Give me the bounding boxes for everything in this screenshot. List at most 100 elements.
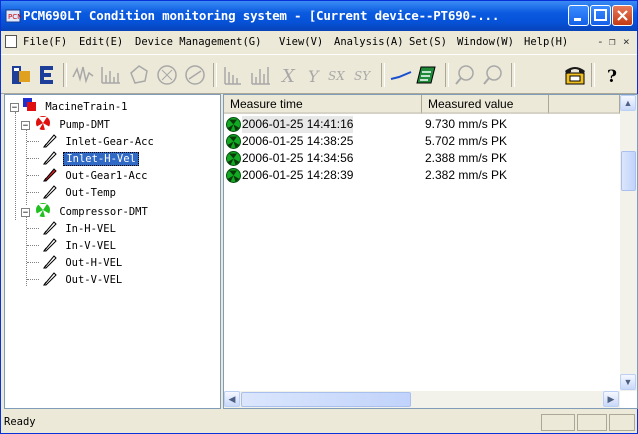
toolbar-separator	[445, 63, 449, 87]
svg-text:Y: Y	[308, 67, 320, 86]
cell-measure-time: 2006-01-25 14:38:25	[242, 134, 354, 148]
waveform-icon[interactable]	[71, 63, 95, 87]
cell-measured-value: 9.730 mm/s PK	[425, 117, 508, 131]
column-header-measured-value[interactable]: Measured value	[422, 95, 549, 114]
fan-status-icon-green	[36, 203, 50, 217]
tree-root[interactable]: MacineTrain-1	[23, 98, 130, 115]
close-button[interactable]	[612, 5, 633, 26]
cell-measure-time: 2006-01-25 14:41:16	[242, 116, 354, 133]
toolbar-separator	[63, 63, 67, 87]
multi-bar-trend-icon[interactable]	[249, 63, 273, 87]
menu-edit[interactable]: Edit(E)	[79, 36, 123, 48]
tree-point-out-h-vel[interactable]: Out-H-VEL	[41, 253, 124, 270]
column-header-empty[interactable]	[549, 95, 620, 114]
svg-text:SX: SX	[328, 69, 345, 83]
horizontal-scroll-thumb[interactable]	[241, 392, 411, 407]
scroll-right-button[interactable]: ▶	[603, 391, 619, 407]
tree-line	[27, 192, 39, 193]
toolbar-separator	[381, 63, 385, 87]
app-icon: PCM	[5, 9, 21, 23]
menu-view[interactable]: View(V)	[279, 36, 323, 48]
column-header-measure-time[interactable]: Measure time	[224, 95, 422, 114]
scroll-left-button[interactable]: ◀	[224, 391, 240, 407]
menu-help[interactable]: Help(H)	[524, 36, 568, 48]
minimize-button[interactable]	[568, 5, 589, 26]
tree-point-out-v-vel[interactable]: Out-V-VEL	[41, 270, 124, 287]
menu-device-management[interactable]: Device Management(G)	[135, 36, 261, 48]
collapse-compressor-button[interactable]: −	[21, 208, 30, 218]
svg-text:?: ?	[607, 67, 617, 87]
table-row[interactable]: 2006-01-25 14:38:25 5.702 mm/s PK	[224, 133, 619, 150]
tree-point-in-h-vel[interactable]: In-H-VEL	[41, 219, 118, 236]
table-row[interactable]: 2006-01-25 14:34:56 2.388 mm/s PK	[224, 150, 619, 167]
y-axis-icon[interactable]: Y	[303, 63, 327, 87]
tree-point-out-temp[interactable]: Out-Temp	[41, 183, 118, 200]
x-axis-icon[interactable]: X	[277, 63, 301, 87]
tree-line	[27, 175, 39, 176]
menu-set[interactable]: Set(S)	[409, 36, 447, 48]
cell-measured-value: 2.382 mm/s PK	[425, 168, 508, 182]
maximize-button[interactable]	[590, 5, 611, 26]
tree-line	[27, 228, 39, 229]
tree-view-icon[interactable]	[9, 63, 33, 87]
window-title: PCM690LT Condition monitoring system - […	[23, 8, 500, 23]
close-icon	[617, 10, 628, 21]
polar-icon[interactable]	[155, 63, 179, 87]
zoom-out-icon[interactable]	[481, 63, 505, 87]
mdi-restore-button[interactable]: ❐	[609, 35, 616, 48]
scroll-down-button[interactable]: ▼	[620, 374, 636, 390]
device-tree[interactable]: − MacineTrain-1 − Pump-DMT Inlet-Gear-Ac…	[4, 94, 221, 409]
sensor-probe-icon	[42, 238, 57, 252]
sensor-probe-icon	[42, 151, 57, 165]
tree-line	[27, 245, 39, 246]
vertical-scrollbar[interactable]: ▲ ▼	[620, 95, 637, 391]
help-icon[interactable]: ?	[601, 63, 625, 87]
orbit-icon[interactable]	[127, 63, 151, 87]
scroll-up-button[interactable]: ▲	[620, 95, 636, 111]
spectrum-icon[interactable]	[99, 63, 123, 87]
tree-machine-compressor[interactable]: Compressor-DMT	[35, 202, 150, 219]
document-icon[interactable]	[5, 35, 17, 48]
toolbar-separator	[213, 63, 217, 87]
collapse-pump-button[interactable]: −	[21, 121, 30, 131]
sensor-probe-icon	[42, 221, 57, 235]
sx-icon[interactable]: SX	[327, 63, 351, 87]
list-view-icon[interactable]	[35, 63, 59, 87]
measurement-list[interactable]: Measure time Measured value 2006-01-25 1…	[223, 94, 638, 409]
tree-line	[27, 279, 39, 280]
toolbar-separator	[591, 63, 595, 87]
title-bar[interactable]: PCM PCM690LT Condition monitoring system…	[1, 1, 637, 31]
horizontal-scrollbar[interactable]: ◀ ▶	[224, 391, 620, 408]
cell-measured-value: 5.702 mm/s PK	[425, 134, 508, 148]
sy-icon[interactable]: SY	[353, 63, 377, 87]
mdi-minimize-button[interactable]: -	[597, 35, 604, 48]
table-row[interactable]: 2006-01-25 14:28:39 2.382 mm/s PK	[224, 167, 619, 184]
menu-file[interactable]: File(F)	[23, 36, 67, 48]
status-text: Ready	[4, 416, 36, 428]
tree-point-inlet-gear-acc[interactable]: Inlet-Gear-Acc	[41, 132, 156, 149]
collapse-root-button[interactable]: −	[10, 103, 19, 113]
fan-status-icon-red	[36, 116, 50, 130]
menu-analysis[interactable]: Analysis(A)	[334, 36, 404, 48]
menu-window[interactable]: Window(W)	[457, 36, 514, 48]
menu-bar: File(F) Edit(E) Device Management(G) Vie…	[1, 31, 637, 53]
cell-measure-time: 2006-01-25 14:34:56	[242, 151, 354, 165]
mdi-close-button[interactable]: ×	[623, 35, 630, 48]
phone-alarm-icon[interactable]	[563, 63, 587, 87]
tree-point-in-v-vel[interactable]: In-V-VEL	[41, 236, 118, 253]
sensor-probe-icon	[42, 255, 57, 269]
tree-line	[27, 262, 39, 263]
trend-line-icon[interactable]	[389, 63, 413, 87]
fan-status-icon-green	[226, 168, 241, 183]
tree-machine-pump[interactable]: Pump-DMT	[35, 115, 112, 132]
svg-text:X: X	[280, 66, 296, 87]
tree-point-inlet-h-vel[interactable]: Inlet-H-Vel	[41, 149, 139, 166]
table-row[interactable]: 2006-01-25 14:41:16 9.730 mm/s PK	[224, 116, 619, 133]
sensor-probe-icon	[42, 134, 57, 148]
tree-point-out-gear1-acc[interactable]: Out-Gear1-Acc	[41, 166, 150, 183]
vertical-scroll-thumb[interactable]	[621, 151, 636, 191]
shaft-center-icon[interactable]	[183, 63, 207, 87]
report-icon[interactable]	[415, 63, 439, 87]
bar-trend-icon[interactable]	[221, 63, 245, 87]
zoom-in-icon[interactable]	[453, 63, 477, 87]
